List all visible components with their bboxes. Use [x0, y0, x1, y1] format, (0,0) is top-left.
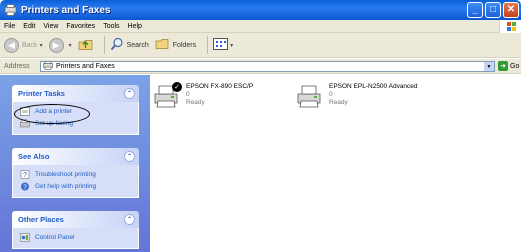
- panel-title: Other Places: [18, 215, 64, 224]
- views-button[interactable]: ▾: [213, 38, 233, 52]
- printer-status: Ready: [329, 99, 348, 106]
- windows-logo-icon: [499, 20, 521, 33]
- default-check-icon: ✓: [172, 82, 182, 92]
- collapse-icon[interactable]: ⌃: [124, 214, 135, 225]
- printer-item[interactable]: ✓ EPSON FX-890 ESC/P 0 Ready: [152, 82, 254, 109]
- printer-list: ✓ EPSON FX-890 ESC/P 0 Ready EPSON EPL-N…: [150, 75, 521, 252]
- svg-text:?: ?: [23, 172, 27, 179]
- maximize-button[interactable]: □: [485, 2, 501, 18]
- menu-favorites[interactable]: Favorites: [66, 23, 95, 30]
- svg-text:?: ?: [23, 184, 27, 191]
- troubleshoot-printing-link[interactable]: ? Troubleshoot printing: [20, 169, 138, 180]
- toolbar-separator: [103, 36, 105, 54]
- search-label: Search: [126, 41, 149, 49]
- up-folder-button[interactable]: [78, 37, 93, 53]
- get-help-printing-link[interactable]: ? Get help with printing: [20, 181, 138, 192]
- chevron-down-icon: ▾: [230, 42, 234, 49]
- minimize-button[interactable]: _: [467, 2, 483, 18]
- folders-label: Folders: [172, 41, 197, 49]
- task-label: Troubleshoot printing: [35, 171, 96, 178]
- address-bar: Address Printers and Faxes ▼ ➜ Go: [0, 59, 521, 74]
- go-arrow-icon: ➜: [498, 61, 508, 71]
- printer-folder-icon: [4, 4, 17, 16]
- folders-button[interactable]: Folders: [155, 38, 196, 53]
- address-input[interactable]: Printers and Faxes ▼: [40, 61, 495, 72]
- window-title: Printers and Faxes: [21, 4, 111, 16]
- control-panel-icon: [20, 233, 30, 242]
- chevron-down-icon: ▾: [68, 42, 72, 49]
- menu-file[interactable]: File: [4, 23, 15, 30]
- menu-bar: File Edit View Favorites Tools Help: [0, 20, 521, 33]
- help-icon: ?: [20, 170, 30, 179]
- search-button[interactable]: Search: [110, 37, 149, 53]
- collapse-icon[interactable]: ⌃: [124, 151, 135, 162]
- chevron-down-icon: ▾: [39, 42, 43, 49]
- menu-view[interactable]: View: [43, 23, 58, 30]
- see-also-header[interactable]: See Also ⌃: [12, 148, 139, 165]
- other-places-header[interactable]: Other Places ⌃: [12, 211, 139, 228]
- title-bar: Printers and Faxes _ □ ✕: [0, 0, 521, 20]
- menu-edit[interactable]: Edit: [23, 23, 35, 30]
- printer-docs: 0: [186, 91, 190, 98]
- address-label: Address: [4, 62, 30, 70]
- printer-status: Ready: [186, 99, 205, 106]
- other-places-body: Control Panel: [12, 228, 139, 249]
- chevron-down-icon[interactable]: ▼: [484, 62, 494, 71]
- toolbar: ◀ Back ▾ ▶ ▾ Search Folders ▾: [0, 33, 521, 58]
- printer-icon: [295, 83, 323, 109]
- go-label: Go: [510, 62, 520, 70]
- back-label: Back: [22, 41, 38, 49]
- help-globe-icon: ?: [20, 182, 30, 191]
- other-places-panel: Other Places ⌃ Control Panel: [12, 211, 139, 249]
- highlight-circle: [14, 104, 90, 124]
- see-also-body: ? Troubleshoot printing ? Get help with …: [12, 165, 139, 198]
- views-icon: [213, 38, 229, 52]
- collapse-icon[interactable]: ⌃: [124, 88, 135, 99]
- address-value: Printers and Faxes: [56, 63, 115, 70]
- printer-icon: ✓: [152, 82, 182, 109]
- forward-button[interactable]: ▶ ▾: [48, 37, 72, 53]
- control-panel-link[interactable]: Control Panel: [20, 232, 138, 243]
- printer-name: EPSON FX-890 ESC/P: [186, 83, 254, 90]
- search-icon: [110, 37, 124, 53]
- task-pane: Printer Tasks ⌃ Add a printer Set up fax…: [0, 75, 150, 252]
- task-label: Control Panel: [35, 234, 75, 241]
- folders-icon: [155, 38, 170, 53]
- printer-folder-icon: [43, 61, 53, 72]
- printer-docs: 0: [329, 91, 333, 98]
- see-also-panel: See Also ⌃ ? Troubleshoot printing ? Get…: [12, 148, 139, 198]
- toolbar-separator: [207, 36, 209, 54]
- printer-tasks-header[interactable]: Printer Tasks ⌃: [12, 85, 139, 102]
- go-button[interactable]: ➜ Go: [498, 61, 519, 71]
- menu-help[interactable]: Help: [128, 23, 142, 30]
- back-button[interactable]: ◀ Back ▾: [4, 37, 43, 53]
- back-arrow-icon: ◀: [4, 37, 19, 53]
- close-button[interactable]: ✕: [503, 2, 519, 18]
- printer-name: EPSON EPL-N2500 Advanced: [329, 83, 418, 90]
- task-label: Get help with printing: [35, 183, 97, 190]
- panel-title: See Also: [18, 152, 50, 161]
- panel-title: Printer Tasks: [18, 89, 65, 98]
- menu-tools[interactable]: Tools: [103, 23, 119, 30]
- forward-arrow-icon: ▶: [48, 37, 64, 53]
- up-folder-icon: [78, 37, 93, 53]
- printer-item[interactable]: EPSON EPL-N2500 Advanced 0 Ready: [295, 83, 418, 109]
